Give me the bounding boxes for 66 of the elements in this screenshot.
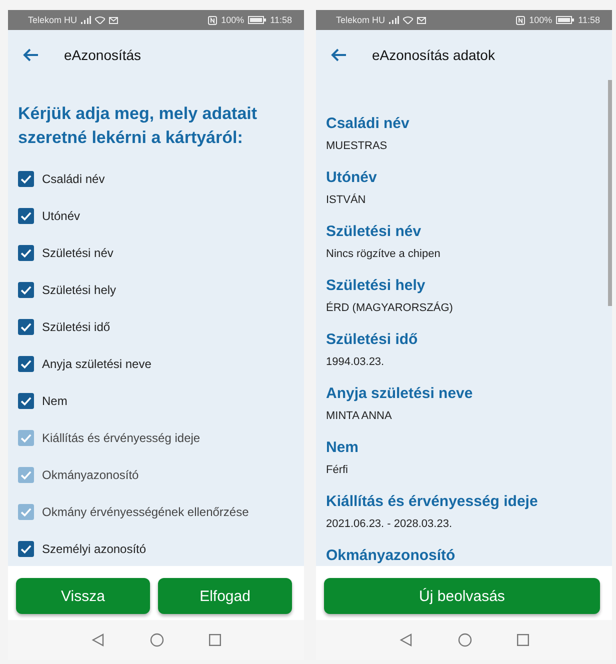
- field-value: Férfi: [326, 463, 348, 477]
- instruction-heading: Kérjük adja meg, mely adatait szeretné lekérni a kártyáról:: [18, 103, 258, 149]
- field-label: Anyja születési neve: [326, 384, 473, 404]
- checkbox-label: Születési hely: [42, 282, 116, 296]
- field-value: Nincs rögzítve a chipen: [326, 247, 440, 261]
- checkbox[interactable]: [18, 318, 34, 334]
- field-label: Okmányazonosító: [326, 546, 456, 566]
- back-arrow-icon[interactable]: [330, 46, 348, 64]
- action-button[interactable]: Vissza: [16, 578, 150, 614]
- clock-time: 11:58: [270, 15, 292, 25]
- field-value: MINTA ANNA: [326, 409, 392, 423]
- checkbox-label: Okmányazonosító: [42, 468, 139, 482]
- field-label: Nem: [326, 438, 359, 458]
- home-nav-icon[interactable]: [458, 633, 472, 647]
- checkbox[interactable]: [18, 392, 34, 408]
- checkbox[interactable]: [18, 282, 34, 298]
- action-button[interactable]: Új beolvasás: [324, 578, 600, 614]
- checkbox[interactable]: [18, 208, 34, 224]
- checkbox-label: Kiállítás és érvényesség ideje: [42, 430, 200, 444]
- back-arrow-icon[interactable]: [22, 46, 40, 64]
- signal-icon: [81, 16, 92, 24]
- field-value: ÉRD (MAGYARORSZÁG): [326, 301, 453, 315]
- field-value: 1994.03.23.: [326, 355, 384, 369]
- mail-icon: [417, 16, 426, 24]
- mail-icon: [109, 16, 118, 24]
- checkbox-label: Családi név: [42, 172, 105, 186]
- battery-percent: 100%: [221, 15, 244, 25]
- wifi-icon: [403, 16, 414, 24]
- field-label: Utónév: [326, 168, 377, 188]
- nfc-icon: [516, 16, 526, 24]
- recents-nav-icon[interactable]: [209, 634, 221, 646]
- screen-title: eAzonosítás: [64, 47, 142, 63]
- checkbox[interactable]: [18, 244, 34, 260]
- recents-nav-icon[interactable]: [517, 634, 529, 646]
- clock-time: 11:58: [578, 15, 600, 25]
- screen-title: eAzonosítás adatok: [372, 47, 495, 63]
- field-label: Kiállítás és érvényesség ideje: [326, 492, 538, 512]
- nfc-icon: [208, 16, 218, 24]
- checkbox-label: Okmány érvényességének ellenőrzése: [42, 504, 249, 518]
- battery-icon: [556, 16, 574, 24]
- carrier-name: Telekom HU: [28, 15, 78, 25]
- field-value: 2021.06.23. - 2028.03.23.: [326, 517, 452, 531]
- back-nav-icon[interactable]: [91, 633, 105, 647]
- wifi-icon: [95, 16, 106, 24]
- checkbox-label: Anyja születési neve: [42, 356, 152, 370]
- battery-percent: 100%: [529, 15, 552, 25]
- checkbox[interactable]: [18, 170, 34, 186]
- field-label: Születési idő: [326, 330, 418, 350]
- field-label: Születési hely: [326, 276, 426, 296]
- checkbox-label: Születési idő: [42, 320, 110, 334]
- carrier-name: Telekom HU: [336, 15, 386, 25]
- field-value: MUESTRAS: [326, 139, 388, 153]
- checkbox-label: Utónév: [42, 208, 80, 222]
- checkbox-label: Személyi azonosító: [42, 542, 146, 556]
- field-value: ISTVÁN: [326, 193, 366, 207]
- checkbox-label: Nem: [42, 394, 68, 408]
- battery-icon: [248, 16, 266, 24]
- home-nav-icon[interactable]: [150, 633, 164, 647]
- checkbox-label: Születési név: [42, 246, 114, 260]
- signal-icon: [389, 16, 400, 24]
- checkbox[interactable]: [18, 356, 34, 372]
- action-button[interactable]: Elfogad: [158, 578, 292, 614]
- field-label: Családi név: [326, 114, 410, 134]
- back-nav-icon[interactable]: [399, 633, 413, 647]
- checkbox[interactable]: [18, 540, 34, 556]
- field-label: Születési név: [326, 222, 422, 242]
